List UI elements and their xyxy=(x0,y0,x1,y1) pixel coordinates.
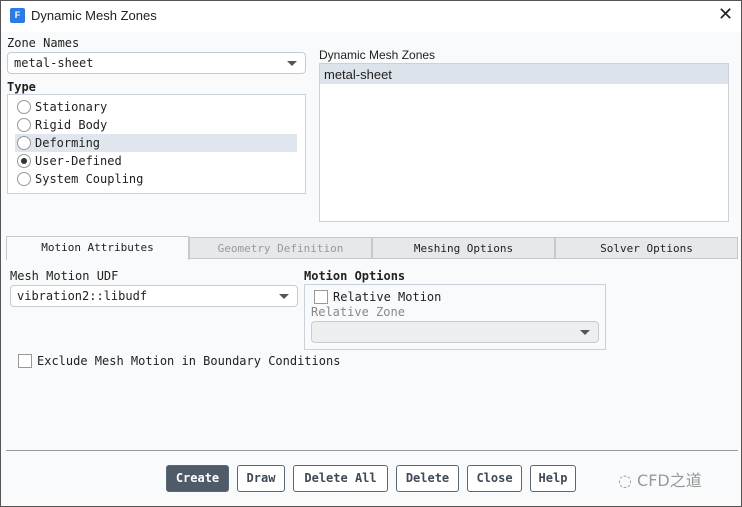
chevron-down-icon xyxy=(580,330,590,335)
radio-icon xyxy=(17,100,31,114)
relative-motion-checkbox[interactable] xyxy=(314,290,328,304)
zone-names-dropdown[interactable]: metal-sheet xyxy=(7,52,306,74)
chevron-down-icon xyxy=(279,294,289,299)
motion-options-group: Relative Motion Relative Zone xyxy=(304,284,606,350)
close-button[interactable]: Close xyxy=(467,465,522,492)
create-button[interactable]: Create xyxy=(166,465,229,492)
type-label: Type xyxy=(7,80,36,94)
radio-icon xyxy=(17,118,31,132)
help-button[interactable]: Help xyxy=(530,465,576,492)
radio-icon xyxy=(17,136,31,150)
chevron-down-icon xyxy=(287,61,297,66)
divider xyxy=(6,450,738,451)
tab-motion-attributes[interactable]: Motion Attributes xyxy=(6,236,189,260)
delete-button[interactable]: Delete xyxy=(396,465,459,492)
exclude-mesh-motion-checkbox[interactable] xyxy=(18,354,32,368)
relative-zone-dropdown[interactable] xyxy=(311,321,599,343)
relative-motion-label: Relative Motion xyxy=(333,290,442,304)
window-title: Dynamic Mesh Zones xyxy=(31,8,157,23)
delete-all-button[interactable]: Delete All xyxy=(293,465,388,492)
watermark: ◌ CFD之道 xyxy=(618,467,702,491)
dynamic-zones-label: Dynamic Mesh Zones xyxy=(319,48,436,62)
zone-names-value: metal-sheet xyxy=(14,56,94,70)
mesh-motion-udf-label: Mesh Motion UDF xyxy=(10,269,119,283)
dynamic-zones-list[interactable]: metal-sheet xyxy=(319,63,729,222)
list-item[interactable]: metal-sheet xyxy=(320,64,728,84)
radio-label: Stationary xyxy=(35,100,108,114)
watermark-text: CFD之道 xyxy=(637,471,702,490)
radio-deforming[interactable]: Deforming xyxy=(15,134,297,152)
radio-system-coupling[interactable]: System Coupling xyxy=(15,170,297,188)
radio-label: User-Defined xyxy=(35,154,122,168)
tab-solver-options[interactable]: Solver Options xyxy=(555,237,738,259)
exclude-mesh-motion-label: Exclude Mesh Motion in Boundary Conditio… xyxy=(37,354,341,368)
radio-label: System Coupling xyxy=(35,172,144,186)
radio-stationary[interactable]: Stationary xyxy=(15,98,297,116)
app-logo-icon: F xyxy=(10,8,25,23)
wechat-icon: ◌ xyxy=(618,471,638,490)
radio-label: Deforming xyxy=(35,136,101,150)
radio-label: Rigid Body xyxy=(35,118,108,132)
type-group: Stationary Rigid Body Deforming User-Def… xyxy=(7,94,306,194)
title-bar: F Dynamic Mesh Zones ✕ xyxy=(1,1,741,32)
draw-button[interactable]: Draw xyxy=(237,465,285,492)
relative-zone-label: Relative Zone xyxy=(311,305,405,319)
radio-selected-icon xyxy=(17,154,31,168)
motion-options-label: Motion Options xyxy=(304,269,406,283)
radio-rigid-body[interactable]: Rigid Body xyxy=(15,116,297,134)
radio-icon xyxy=(17,172,31,186)
radio-user-defined[interactable]: User-Defined xyxy=(15,152,297,170)
mesh-motion-udf-dropdown[interactable]: vibration2::libudf xyxy=(10,285,298,307)
zone-names-label: Zone Names xyxy=(7,36,80,50)
tab-geometry-definition[interactable]: Geometry Definition xyxy=(189,237,372,259)
udf-value: vibration2::libudf xyxy=(17,289,148,303)
tab-meshing-options[interactable]: Meshing Options xyxy=(372,237,555,259)
close-icon[interactable]: ✕ xyxy=(718,4,733,25)
